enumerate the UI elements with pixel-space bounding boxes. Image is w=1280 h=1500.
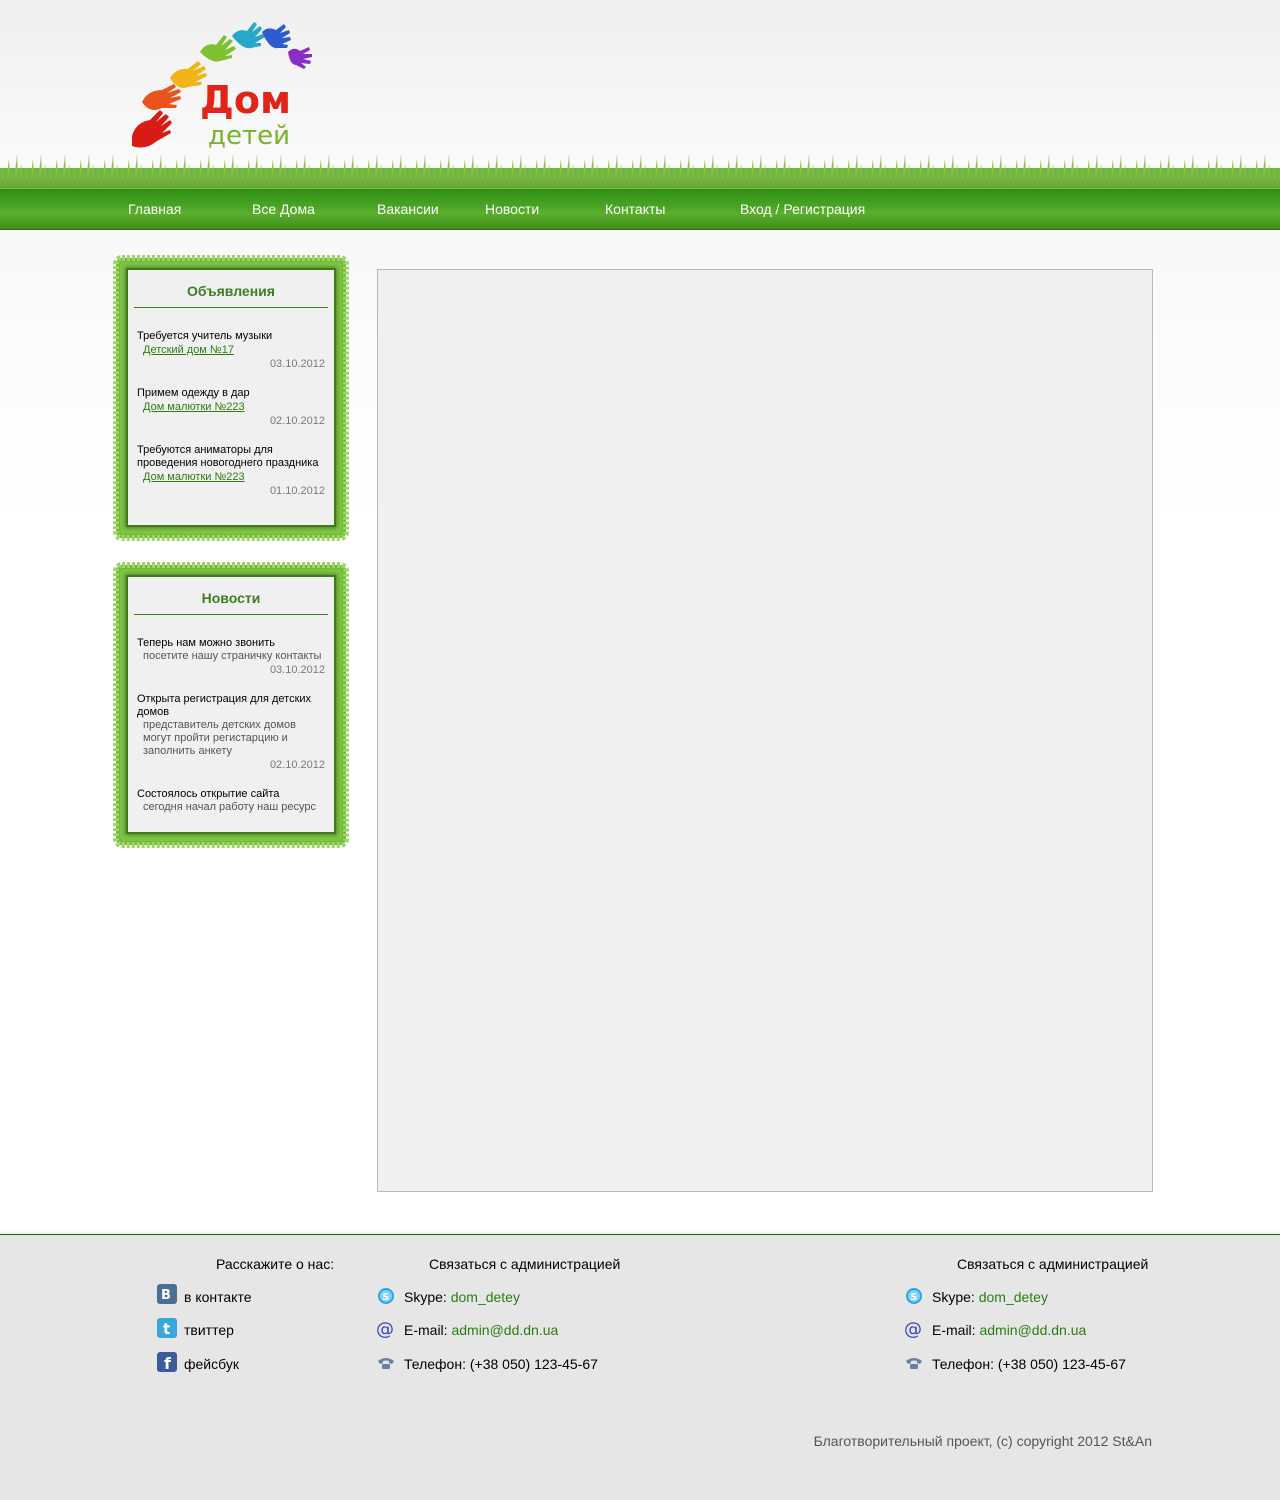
- svg-text:S: S: [382, 1292, 389, 1303]
- facebook-icon[interactable]: f: [157, 1352, 177, 1372]
- vk-icon[interactable]: B: [157, 1284, 177, 1304]
- skype-label: Skype:: [932, 1289, 975, 1305]
- svg-text:f: f: [164, 1354, 172, 1372]
- skype-icon: S: [378, 1288, 394, 1304]
- contact-email: E-mail: admin@dd.dn.ua: [932, 1320, 1086, 1340]
- phone-value: (+38 050) 123-45-67: [997, 1356, 1126, 1372]
- news-item-desc: сегодня начал работу наш ресурс: [143, 801, 316, 813]
- svg-text:@: @: [376, 1320, 394, 1338]
- nav-vacancies[interactable]: Вакансии: [377, 189, 439, 229]
- contact-email: E-mail: admin@dd.dn.ua: [404, 1320, 558, 1340]
- list-item: Состоялось открытие сайта сегодня начал …: [128, 788, 334, 814]
- logo-title: Дом: [200, 78, 291, 122]
- announcement-title: Требуются аниматоры для проведения новог…: [137, 444, 319, 469]
- contact-phone: Телефон: (+38 050) 123-45-67: [404, 1354, 598, 1374]
- nav-home[interactable]: Главная: [128, 189, 181, 229]
- site-logo[interactable]: Дом детей: [122, 18, 322, 158]
- news-item-title: Открыта регистрация для детских домов: [137, 693, 312, 718]
- phone-icon: [906, 1358, 922, 1369]
- svg-text:S: S: [910, 1292, 917, 1303]
- email-value[interactable]: admin@dd.dn.ua: [979, 1322, 1086, 1338]
- email-icon: @: [376, 1320, 394, 1338]
- announcement-date: 03.10.2012: [269, 358, 325, 370]
- contact-phone: Телефон: (+38 050) 123-45-67: [932, 1354, 1126, 1374]
- share-vk-link[interactable]: в контакте: [184, 1287, 252, 1307]
- news-item-title: Теперь нам можно звонить: [137, 637, 276, 649]
- news-item-desc: посетите нашу страничку контакты: [143, 650, 322, 662]
- announcements-body: Объявления Требуется учитель музыки Детс…: [128, 270, 334, 525]
- main-content-panel: [377, 269, 1153, 1192]
- list-item: Теперь нам можно звонить посетите нашу с…: [128, 637, 334, 677]
- email-label: E-mail:: [404, 1322, 448, 1338]
- nav-login-register[interactable]: Вход / Регистрация: [740, 189, 865, 229]
- nav-news[interactable]: Новости: [485, 189, 539, 229]
- news-item-desc: представитель детских домов могут пройти…: [143, 719, 296, 757]
- announcement-source-link[interactable]: Дом малютки №223: [137, 400, 325, 414]
- copyright-text: Благотворительный проект, (c) copyright …: [813, 1433, 1152, 1449]
- announcements-title: Объявления: [134, 270, 328, 308]
- announcement-date: 02.10.2012: [269, 415, 325, 427]
- share-heading: Расскажите о нас:: [216, 1256, 335, 1272]
- announcement-title: Примем одежду в дар: [137, 387, 250, 399]
- announcement-source-link[interactable]: Дом малютки №223: [137, 470, 325, 484]
- email-label: E-mail:: [932, 1322, 976, 1338]
- news-item-title: Состоялось открытие сайта: [137, 788, 280, 800]
- skype-value[interactable]: dom_detey: [451, 1289, 520, 1305]
- phone-label: Телефон:: [404, 1356, 466, 1372]
- announcement-date: 01.10.2012: [269, 485, 325, 497]
- share-facebook-link[interactable]: фейсбук: [184, 1354, 239, 1374]
- announcement-source-link[interactable]: Детский дом №17: [137, 343, 325, 357]
- contact-skype: Skype: dom_detey: [404, 1287, 520, 1307]
- grass-decoration: [0, 150, 1280, 192]
- email-icon: @: [904, 1320, 922, 1338]
- news-panel: Новости Теперь нам можно звонить посетит…: [112, 561, 350, 849]
- footer-divider: [0, 1234, 1280, 1235]
- logo-subtitle: детей: [208, 121, 290, 151]
- announcements-panel: Объявления Требуется учитель музыки Детс…: [112, 254, 350, 542]
- news-item-date: 03.10.2012: [269, 664, 325, 676]
- contact-skype: Skype: dom_detey: [932, 1287, 1048, 1307]
- news-body: Новости Теперь нам можно звонить посетит…: [128, 577, 334, 832]
- email-value[interactable]: admin@dd.dn.ua: [451, 1322, 558, 1338]
- list-item: Открыта регистрация для детских домов пр…: [128, 693, 334, 772]
- list-item: Требуются аниматоры для проведения новог…: [128, 444, 334, 498]
- svg-text:@: @: [904, 1320, 922, 1338]
- main-nav: Главная Все Дома Вакансии Новости Контак…: [0, 188, 1280, 230]
- list-item: Требуется учитель музыки Детский дом №17…: [128, 330, 334, 371]
- phone-value: (+38 050) 123-45-67: [469, 1356, 598, 1372]
- hands-logo-icon: Дом детей: [132, 22, 312, 151]
- share-twitter-link[interactable]: твиттер: [184, 1320, 234, 1340]
- contact-heading: Связаться с администрацией: [429, 1256, 621, 1272]
- twitter-icon[interactable]: t: [157, 1318, 177, 1338]
- list-item: Примем одежду в дар Дом малютки №223 02.…: [128, 387, 334, 428]
- nav-all-homes[interactable]: Все Дома: [252, 189, 315, 229]
- news-item-date: 02.10.2012: [269, 759, 325, 771]
- skype-icon: S: [906, 1288, 922, 1304]
- phone-label: Телефон:: [932, 1356, 994, 1372]
- svg-text:B: B: [161, 1288, 171, 1303]
- skype-value[interactable]: dom_detey: [979, 1289, 1048, 1305]
- contact-heading: Связаться с администрацией: [957, 1256, 1149, 1272]
- news-title: Новости: [134, 577, 328, 615]
- announcement-title: Требуется учитель музыки: [137, 330, 273, 342]
- phone-icon: [378, 1358, 394, 1369]
- skype-label: Skype:: [404, 1289, 447, 1305]
- nav-contacts[interactable]: Контакты: [605, 189, 665, 229]
- svg-text:t: t: [163, 1320, 170, 1338]
